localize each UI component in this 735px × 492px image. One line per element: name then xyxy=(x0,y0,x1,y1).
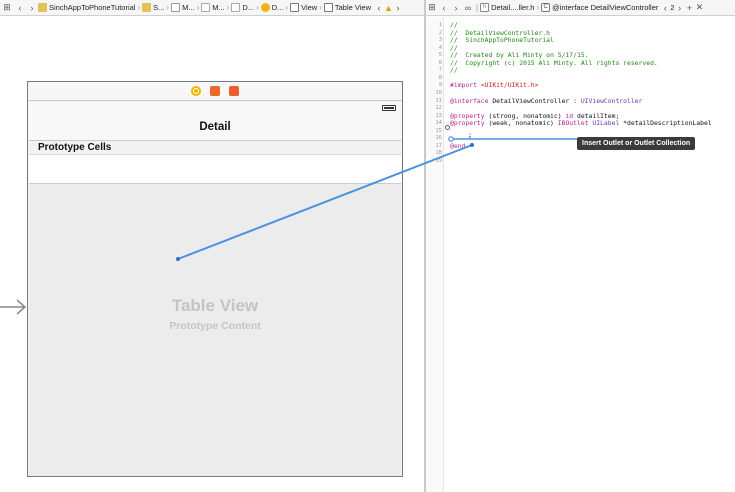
prototype-cells-header: Prototype Cells xyxy=(29,141,401,155)
insertion-cursor: ; xyxy=(468,131,473,139)
previous-counterpart-button[interactable]: ‹ xyxy=(660,1,670,15)
code-token: <UIKit/UIKit.h> xyxy=(480,81,539,90)
code-text: // xyxy=(450,66,458,74)
code-token: // Copyright (c) 2015 Ali Minty. All rig… xyxy=(450,58,658,67)
code-token: DetailViewController : xyxy=(492,96,581,105)
chevron-right-icon: › xyxy=(196,3,200,12)
code-text: // SinchAppToPhoneTutorial xyxy=(450,36,554,44)
code-token: (weak, nonatomic) xyxy=(488,119,558,128)
related-items-icon[interactable]: ⊞ xyxy=(0,1,14,15)
file-crumb[interactable]: h Detail....ller.h xyxy=(480,3,534,12)
line-number: 19 xyxy=(435,157,442,164)
chevron-right-icon: › xyxy=(319,3,322,12)
first-responder-icon[interactable] xyxy=(210,86,220,96)
chevron-right-icon: › xyxy=(226,3,230,12)
code-token: UILabel xyxy=(592,119,620,128)
code-token: IBOutlet xyxy=(557,119,593,128)
code-text: @interface DetailViewController : UIView… xyxy=(450,97,642,105)
view-icon xyxy=(290,3,300,12)
insert-outlet-tooltip: Insert Outlet or Outlet Collection xyxy=(577,137,696,150)
breadcrumb-item[interactable]: M... xyxy=(201,3,225,12)
code-token: UIViewController xyxy=(580,96,643,105)
breadcrumb-item[interactable]: D... xyxy=(231,3,254,12)
close-editor-button[interactable]: ✕ xyxy=(695,1,705,15)
breadcrumb-label: D... xyxy=(271,3,284,12)
code-token: @interface xyxy=(450,96,493,105)
code-token: @property xyxy=(450,119,489,128)
forward-button[interactable]: › xyxy=(26,1,38,15)
prototype-cell[interactable] xyxy=(29,155,401,184)
table-view-icon xyxy=(323,3,333,12)
folder-icon xyxy=(142,3,152,12)
breadcrumb-item[interactable]: View xyxy=(290,3,317,12)
code-text: #import <UIKit/UIKit.h> xyxy=(450,81,539,89)
table-view-placeholder-title: Table View xyxy=(171,296,259,315)
status-bar xyxy=(29,102,401,114)
warning-icon[interactable]: ▲ xyxy=(384,3,393,13)
back-button[interactable]: ‹ xyxy=(438,1,450,15)
breadcrumb-label: M... xyxy=(182,3,195,12)
separator-icon: | xyxy=(476,3,479,12)
scene-icon xyxy=(231,3,241,12)
breadcrumb-label: View xyxy=(301,3,318,12)
storyboard-icon xyxy=(201,3,211,12)
table-view[interactable]: Detail Prototype Cells Table View Protot… xyxy=(29,102,401,476)
class-icon: C xyxy=(541,3,551,12)
nav-title: Detail xyxy=(199,121,231,133)
exit-icon[interactable] xyxy=(229,86,239,96)
previous-issue-button[interactable]: ‹ xyxy=(374,1,384,15)
scene-dock xyxy=(28,82,402,101)
table-view-placeholder-subtitle: Prototype Content xyxy=(169,320,261,332)
assistant-code-editor[interactable]: 1//2// DetailViewController.h 3// SinchAp… xyxy=(426,17,735,492)
navigation-bar[interactable]: Detail xyxy=(29,114,401,141)
view-controller-icon xyxy=(260,3,270,12)
breadcrumb-label: SinchAppToPhoneTutorial xyxy=(49,3,136,12)
breadcrumb-label: S... xyxy=(153,3,165,12)
file-icon xyxy=(171,3,181,12)
breadcrumb-item[interactable]: SinchAppToPhoneTutorial xyxy=(38,3,135,12)
chevron-right-icon: › xyxy=(256,3,259,12)
header-file-icon: h xyxy=(480,3,490,12)
back-button[interactable]: ‹ xyxy=(14,1,26,15)
breadcrumb-label: D... xyxy=(242,3,255,12)
chevron-right-icon: › xyxy=(536,3,540,12)
chevron-right-icon: › xyxy=(137,3,141,12)
symbol-crumb[interactable]: C @interface DetailViewController xyxy=(541,3,658,12)
add-editor-button[interactable]: + xyxy=(685,1,695,15)
breadcrumb-item[interactable]: M... xyxy=(171,3,195,12)
assistant-jump-bar: ⊞ ‹ › ∞ | h Detail....ller.h › C @interf… xyxy=(426,0,735,16)
breadcrumb-item[interactable]: S... xyxy=(142,3,164,12)
code-token: @end xyxy=(450,141,466,150)
code-token: // xyxy=(450,66,458,75)
link-icon[interactable]: ∞ xyxy=(462,1,474,15)
next-issue-button[interactable]: › xyxy=(393,1,403,15)
outlet-connection-circle-icon[interactable] xyxy=(445,125,450,130)
storyboard-jump-bar: ⊞ ‹ › SinchAppToPhoneTutorial › S... › M... ›… xyxy=(0,0,424,16)
code-text: // Copyright (c) 2015 Ali Minty. All rig… xyxy=(450,59,658,67)
code-token: *detailDescriptionLabel xyxy=(619,119,712,128)
breadcrumb-label: Table View xyxy=(334,3,372,12)
detail-scene[interactable]: Detail Prototype Cells Table View Protot… xyxy=(27,81,403,477)
breadcrumb-item[interactable]: D... xyxy=(260,3,284,12)
forward-button[interactable]: › xyxy=(450,1,462,15)
related-items-icon[interactable]: ⊞ xyxy=(426,1,438,15)
code-text: @end xyxy=(450,142,465,150)
next-counterpart-button[interactable]: › xyxy=(675,1,685,15)
chevron-right-icon: › xyxy=(166,3,170,12)
code-token: #import xyxy=(450,81,481,90)
breadcrumb-label: M... xyxy=(212,3,225,12)
breadcrumb: SinchAppToPhoneTutorial › S... › M... › M... › D… xyxy=(38,3,371,12)
view-controller-icon[interactable] xyxy=(191,86,201,96)
battery-icon xyxy=(382,105,396,111)
chevron-right-icon: › xyxy=(285,3,289,12)
initial-view-controller-arrow-icon xyxy=(0,299,27,315)
folder-icon xyxy=(38,3,47,12)
code-token: // SinchAppToPhoneTutorial xyxy=(450,36,554,45)
code-text: @property (weak, nonatomic) IBOutlet UIL… xyxy=(450,119,712,127)
breadcrumb-item[interactable]: Table View xyxy=(323,3,372,12)
